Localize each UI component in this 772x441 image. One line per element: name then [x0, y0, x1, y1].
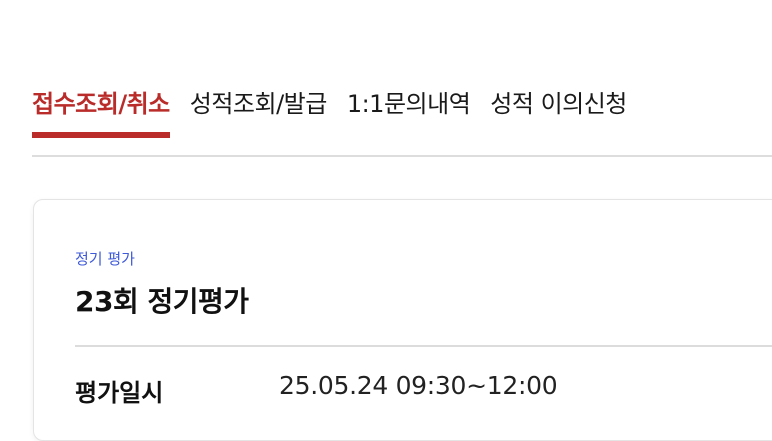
tab-bar: 접수조회/취소 성적조회/발급 1:1문의내역 성적 이의신청 [32, 86, 627, 138]
tab-score-appeal[interactable]: 성적 이의신청 [490, 86, 627, 130]
tab-registration-lookup-cancel[interactable]: 접수조회/취소 [32, 86, 170, 138]
tab-score-lookup-issue[interactable]: 성적조회/발급 [190, 86, 328, 130]
exam-category: 정기 평가 [75, 250, 135, 268]
tab-divider [32, 155, 772, 157]
exam-card: 정기 평가 23회 정기평가 평가일시 25.05.24 09:30~12:00 [33, 199, 772, 441]
tab-inquiry-history[interactable]: 1:1문의내역 [347, 86, 471, 130]
exam-datetime-value: 25.05.24 09:30~12:00 [279, 371, 558, 400]
exam-title: 23회 정기평가 [75, 285, 249, 318]
card-divider [75, 345, 772, 347]
exam-datetime-label: 평가일시 [75, 379, 164, 407]
